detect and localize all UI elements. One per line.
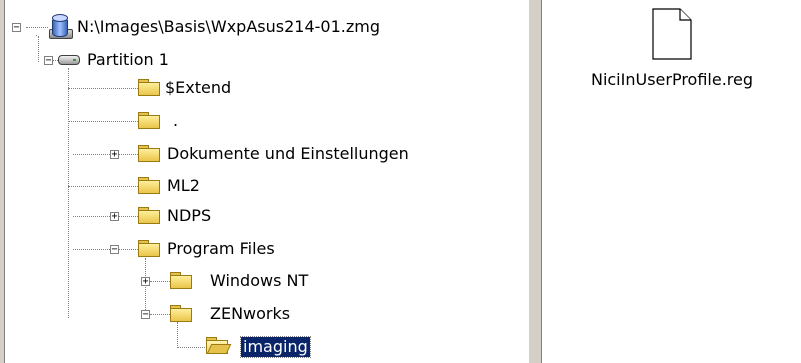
tree-node-dokumente[interactable]: Dokumente und Einstellungen [165, 142, 411, 166]
folder-icon [138, 240, 160, 257]
tree-node-label: Dokumente und Einstellungen [167, 144, 409, 163]
expand-toggle[interactable]: + [141, 277, 150, 287]
tree-node-zenworks[interactable]: ZENworks [208, 302, 292, 326]
tree-node-extend[interactable]: $Extend [163, 76, 233, 100]
pane-splitter[interactable] [528, 0, 543, 363]
tree-guide-line [150, 281, 170, 283]
tree-guide-line [73, 154, 138, 156]
folder-icon [138, 207, 160, 224]
tree-node-label: Partition 1 [87, 50, 169, 69]
tree-node-ndps[interactable]: NDPS [165, 204, 213, 228]
tree-node-label: NDPS [167, 206, 212, 225]
tree-node-imaging[interactable]: imaging [240, 335, 311, 359]
tree-node-label: ML2 [167, 176, 200, 195]
collapse-toggle[interactable]: − [110, 245, 119, 255]
tree-guide-line [73, 216, 138, 218]
tree-view[interactable]: − N:\Images\Basis\WxpAsus214-01.zmg − Pa… [5, 0, 528, 363]
tree-node-label: ZENworks [210, 304, 291, 323]
folder-icon [170, 305, 192, 322]
tree-node-label: . [173, 111, 179, 130]
tree-guide-line [68, 68, 70, 318]
image-archive-icon [49, 14, 73, 39]
file-name: NiciInUserProfile.reg [590, 70, 754, 89]
expand-toggle[interactable]: + [110, 150, 119, 160]
folder-icon [138, 79, 160, 96]
tree-guide-line [177, 347, 207, 349]
open-folder-icon [206, 337, 232, 354]
file-item[interactable]: NiciInUserProfile.reg [552, 8, 792, 90]
file-list[interactable]: NiciInUserProfile.reg [542, 0, 801, 363]
tree-guide-line [68, 186, 138, 188]
tree-node-label: Program Files [167, 239, 275, 258]
document-icon [652, 8, 692, 60]
tree-guide-line [26, 27, 48, 29]
folder-icon [170, 272, 192, 289]
tree-guide-line [73, 249, 138, 251]
tree-node-label: $Extend [165, 78, 232, 97]
expand-toggle[interactable]: + [110, 212, 119, 222]
collapse-toggle[interactable]: − [44, 56, 53, 66]
tree-guide-line [177, 322, 179, 348]
tree-node-root[interactable]: N:\Images\Basis\WxpAsus214-01.zmg [75, 15, 382, 39]
tree-node-ml2[interactable]: ML2 [165, 174, 202, 198]
tree-node-label: Windows NT [210, 271, 309, 290]
tree-guide-line [38, 36, 40, 62]
tree-node-dot[interactable]: . [171, 109, 180, 133]
tree-node-program-files[interactable]: Program Files [165, 237, 277, 261]
tree-node-label-selected: imaging [240, 336, 311, 358]
tree-guide-line [68, 121, 138, 123]
tree-node-windows-nt[interactable]: Windows NT [208, 269, 310, 293]
collapse-toggle[interactable]: − [12, 23, 21, 33]
tree-guide-line [150, 314, 170, 316]
drive-icon [58, 55, 80, 65]
tree-node-partition[interactable]: Partition 1 [85, 48, 171, 72]
folder-icon [138, 112, 160, 129]
tree-guide-line [68, 88, 138, 90]
collapse-toggle[interactable]: − [141, 310, 150, 320]
tree-node-label: N:\Images\Basis\WxpAsus214-01.zmg [77, 17, 380, 36]
folder-icon [138, 177, 160, 194]
folder-icon [138, 145, 160, 162]
